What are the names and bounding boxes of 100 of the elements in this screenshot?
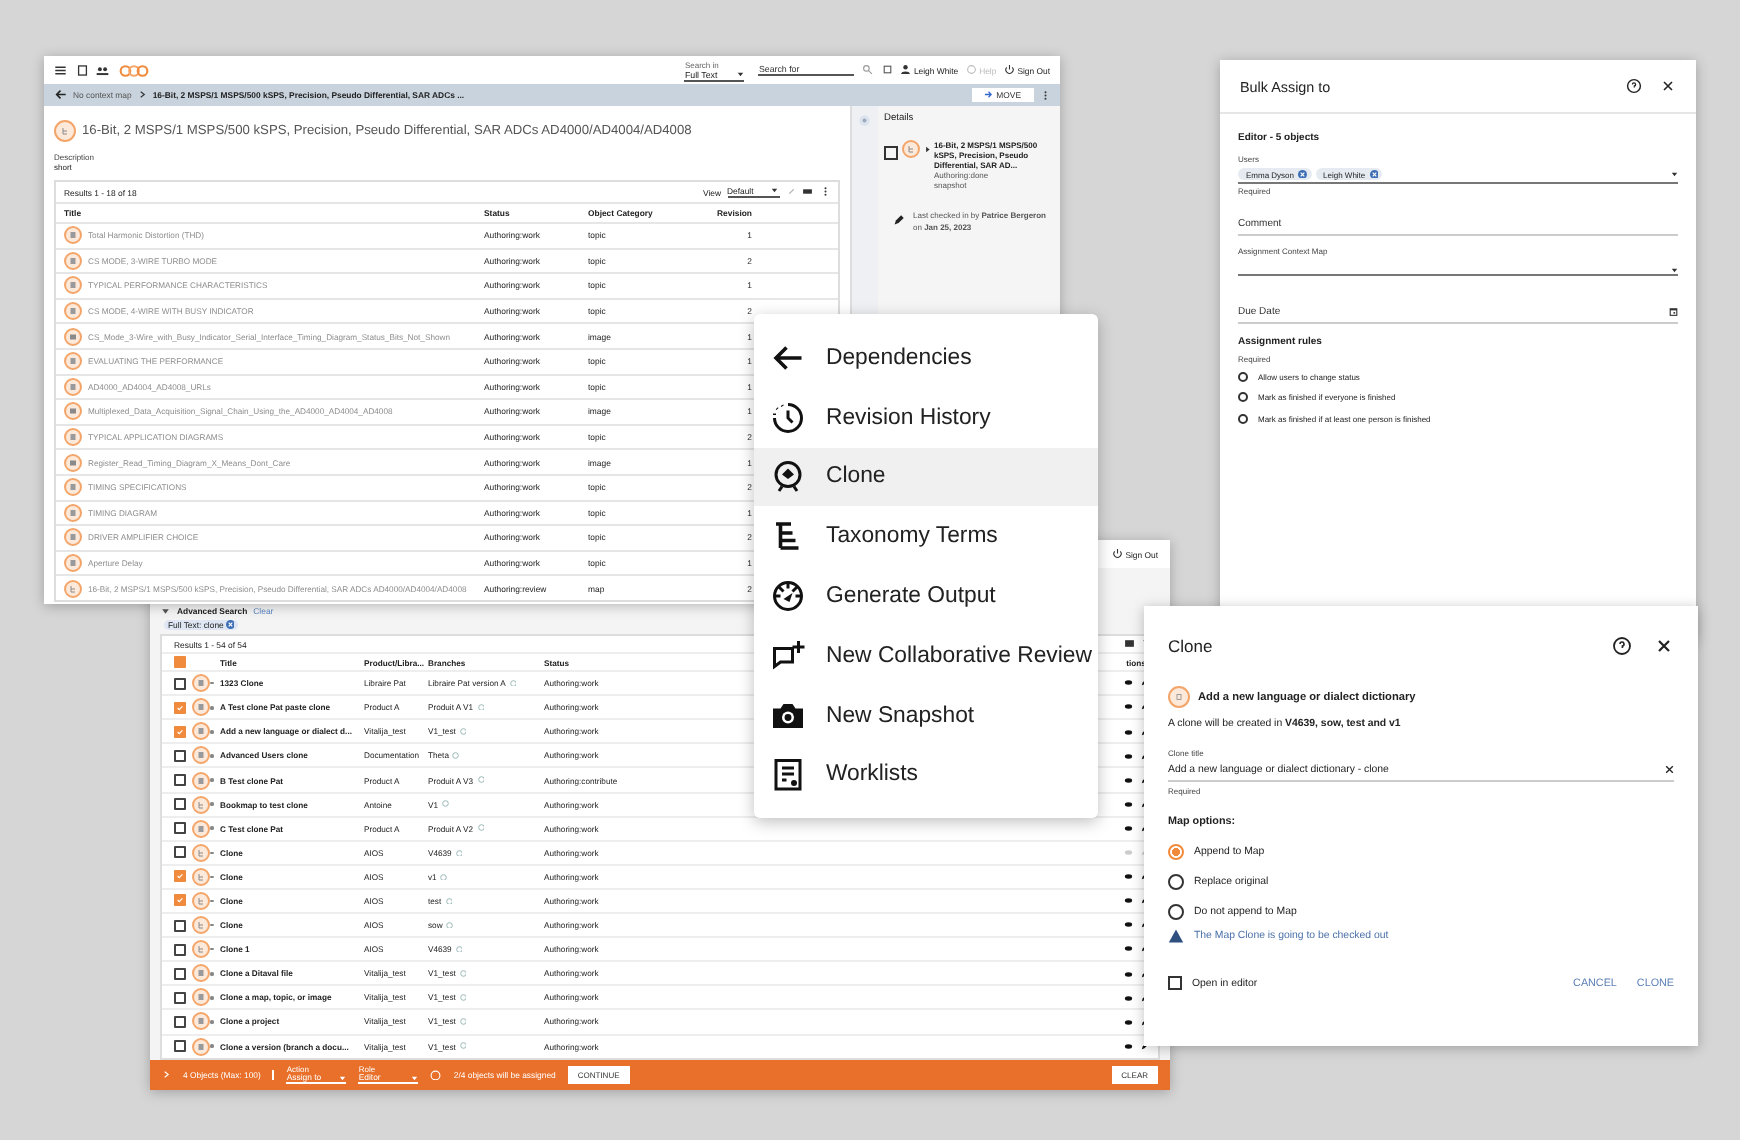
dialog-title: Clone <box>1168 636 1215 656</box>
select-all-checkbox[interactable] <box>174 656 186 669</box>
row-checkbox[interactable] <box>174 919 186 932</box>
row-checkbox[interactable] <box>174 943 186 956</box>
person-icon <box>900 64 912 76</box>
document-icon <box>64 528 82 547</box>
document-icon[interactable] <box>75 63 88 77</box>
remove-icon[interactable] <box>225 620 235 630</box>
document-icon <box>192 746 210 765</box>
badge-icon <box>770 458 806 495</box>
remove-icon[interactable] <box>1369 169 1379 179</box>
document-icon <box>64 428 82 447</box>
remove-icon[interactable] <box>1298 169 1308 179</box>
close-icon[interactable] <box>1660 78 1676 94</box>
menu-item[interactable]: New Collaborative Review <box>754 625 1098 686</box>
image-icon <box>64 327 82 346</box>
menu-item[interactable]: Dependencies <box>754 328 1098 388</box>
document-icon <box>64 478 82 497</box>
row-checkbox[interactable] <box>174 1040 186 1053</box>
caret-icon <box>1669 265 1678 274</box>
eye-icon[interactable] <box>1124 799 1133 809</box>
grid-icon[interactable] <box>881 64 893 76</box>
eye-icon[interactable] <box>1124 896 1133 906</box>
caret-icon <box>735 69 745 79</box>
search-icon[interactable] <box>862 64 874 76</box>
chevron-icon[interactable] <box>162 1070 171 1080</box>
document-icon <box>64 251 82 270</box>
menu-item[interactable]: Taxonomy Terms <box>754 506 1098 567</box>
chat-plus-icon <box>770 637 806 674</box>
menu-item[interactable]: Clone <box>754 447 1098 507</box>
row-checkbox[interactable] <box>174 822 186 835</box>
eye-icon[interactable] <box>1124 1041 1133 1051</box>
history-icon <box>770 399 806 436</box>
row-checkbox[interactable] <box>174 870 186 883</box>
row-checkbox[interactable] <box>174 1015 186 1028</box>
document-icon <box>64 554 82 573</box>
menu-item[interactable]: Generate Output <box>754 566 1098 626</box>
eye-icon[interactable] <box>1124 678 1133 688</box>
close-icon[interactable] <box>1654 636 1674 656</box>
map-icon <box>192 867 210 886</box>
document-icon <box>64 503 82 522</box>
menu-icon[interactable] <box>54 63 67 77</box>
document-icon <box>64 226 82 245</box>
arrow-right-icon <box>983 90 993 100</box>
document-icon <box>192 674 210 693</box>
caret-icon <box>770 186 779 196</box>
clear-icon[interactable] <box>1663 764 1674 776</box>
document-icon <box>64 276 82 295</box>
map-icon <box>64 579 82 598</box>
menu-item[interactable]: Revision History <box>754 387 1098 448</box>
row-checkbox[interactable] <box>174 991 186 1004</box>
row-checkbox[interactable] <box>174 749 186 762</box>
document-icon <box>192 819 210 838</box>
map-icon <box>192 843 210 862</box>
eye-icon[interactable] <box>1124 872 1133 882</box>
row-checkbox[interactable] <box>174 967 186 980</box>
document-icon <box>192 1012 210 1031</box>
document-icon <box>192 722 210 741</box>
eye-icon[interactable] <box>1124 944 1133 954</box>
eye-icon[interactable] <box>1124 702 1133 712</box>
row-checkbox[interactable] <box>174 798 186 811</box>
row-checkbox[interactable] <box>174 894 186 907</box>
warning-icon <box>1168 928 1184 944</box>
people-icon[interactable] <box>96 63 109 77</box>
help-icon[interactable] <box>1612 636 1632 656</box>
clipboard-icon <box>770 756 806 793</box>
more-icon[interactable] <box>1039 89 1050 101</box>
power-icon <box>1112 548 1124 560</box>
item-checkbox[interactable] <box>884 146 897 159</box>
more-icon[interactable] <box>819 186 830 198</box>
row-checkbox[interactable] <box>174 701 186 714</box>
row-checkbox[interactable] <box>174 725 186 738</box>
back-arrow-icon[interactable] <box>54 88 67 102</box>
eye-icon[interactable] <box>1124 751 1133 761</box>
eye-icon[interactable] <box>1124 1017 1133 1027</box>
map-icon <box>54 120 76 142</box>
row-checkbox[interactable] <box>174 774 186 787</box>
image-icon <box>64 453 82 472</box>
caret-icon[interactable] <box>1669 169 1678 179</box>
chevron-icon <box>137 90 147 100</box>
menu-item[interactable]: New Snapshot <box>754 685 1098 746</box>
map-icon <box>192 916 210 935</box>
row-checkbox[interactable] <box>174 677 186 690</box>
power-icon <box>1004 64 1016 76</box>
eye-icon[interactable] <box>1124 823 1133 833</box>
document-icon <box>192 964 210 983</box>
help-icon[interactable] <box>1626 78 1642 94</box>
calendar-icon[interactable] <box>1667 306 1678 318</box>
menu-item[interactable]: Worklists <box>754 745 1098 805</box>
columns-icon[interactable] <box>1124 638 1135 650</box>
eye-icon[interactable] <box>1124 920 1133 930</box>
map-icon <box>192 940 210 959</box>
document-icon <box>1168 686 1190 708</box>
eye-icon[interactable] <box>1124 993 1133 1003</box>
logo-icon <box>117 63 149 77</box>
eye-icon[interactable] <box>1124 969 1133 979</box>
eye-icon[interactable] <box>1124 727 1133 737</box>
eye-icon[interactable] <box>1124 775 1133 785</box>
document-icon <box>192 988 210 1007</box>
caret-icon[interactable] <box>923 146 930 153</box>
